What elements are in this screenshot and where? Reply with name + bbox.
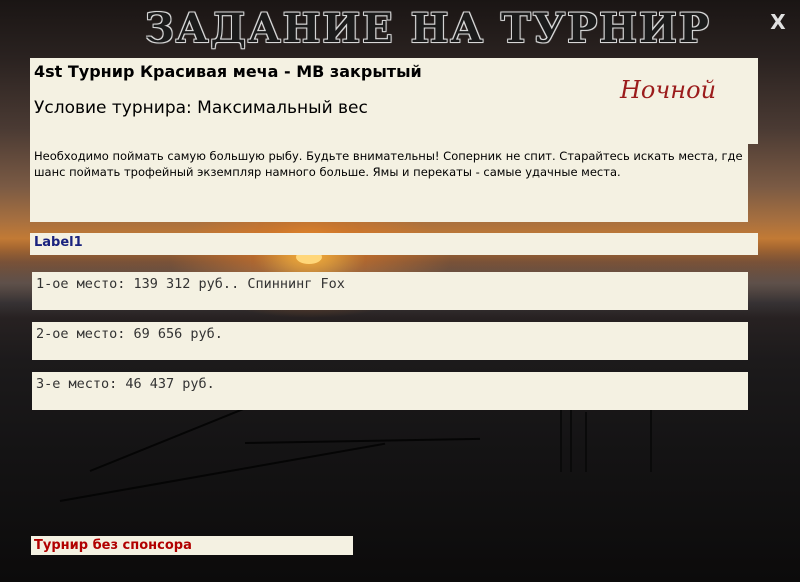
tournament-name: 4st Турнир Красивая меча - MB закрытый <box>34 62 422 81</box>
tournament-description: Необходимо поймать самую большую рыбу. Б… <box>34 149 743 179</box>
prize-third-place: 3-е место: 46 437 руб. <box>32 372 748 410</box>
close-icon[interactable]: X <box>766 10 790 34</box>
tournament-mode: Ночной <box>620 76 717 104</box>
reed <box>585 412 587 472</box>
reed <box>570 402 572 472</box>
label1: Label1 <box>30 233 758 255</box>
prize-first-place: 1-ое место: 139 312 руб.. Спиннинг Fox <box>32 272 748 310</box>
prize-second-place: 2-ое место: 69 656 руб. <box>32 322 748 360</box>
tournament-condition: Условие турнира: Максимальный вес <box>34 98 368 118</box>
sponsor-label: Турнир без спонсора <box>31 536 353 555</box>
window-title: ЗАДАНИЕ НА ТУРНИР <box>145 5 711 52</box>
